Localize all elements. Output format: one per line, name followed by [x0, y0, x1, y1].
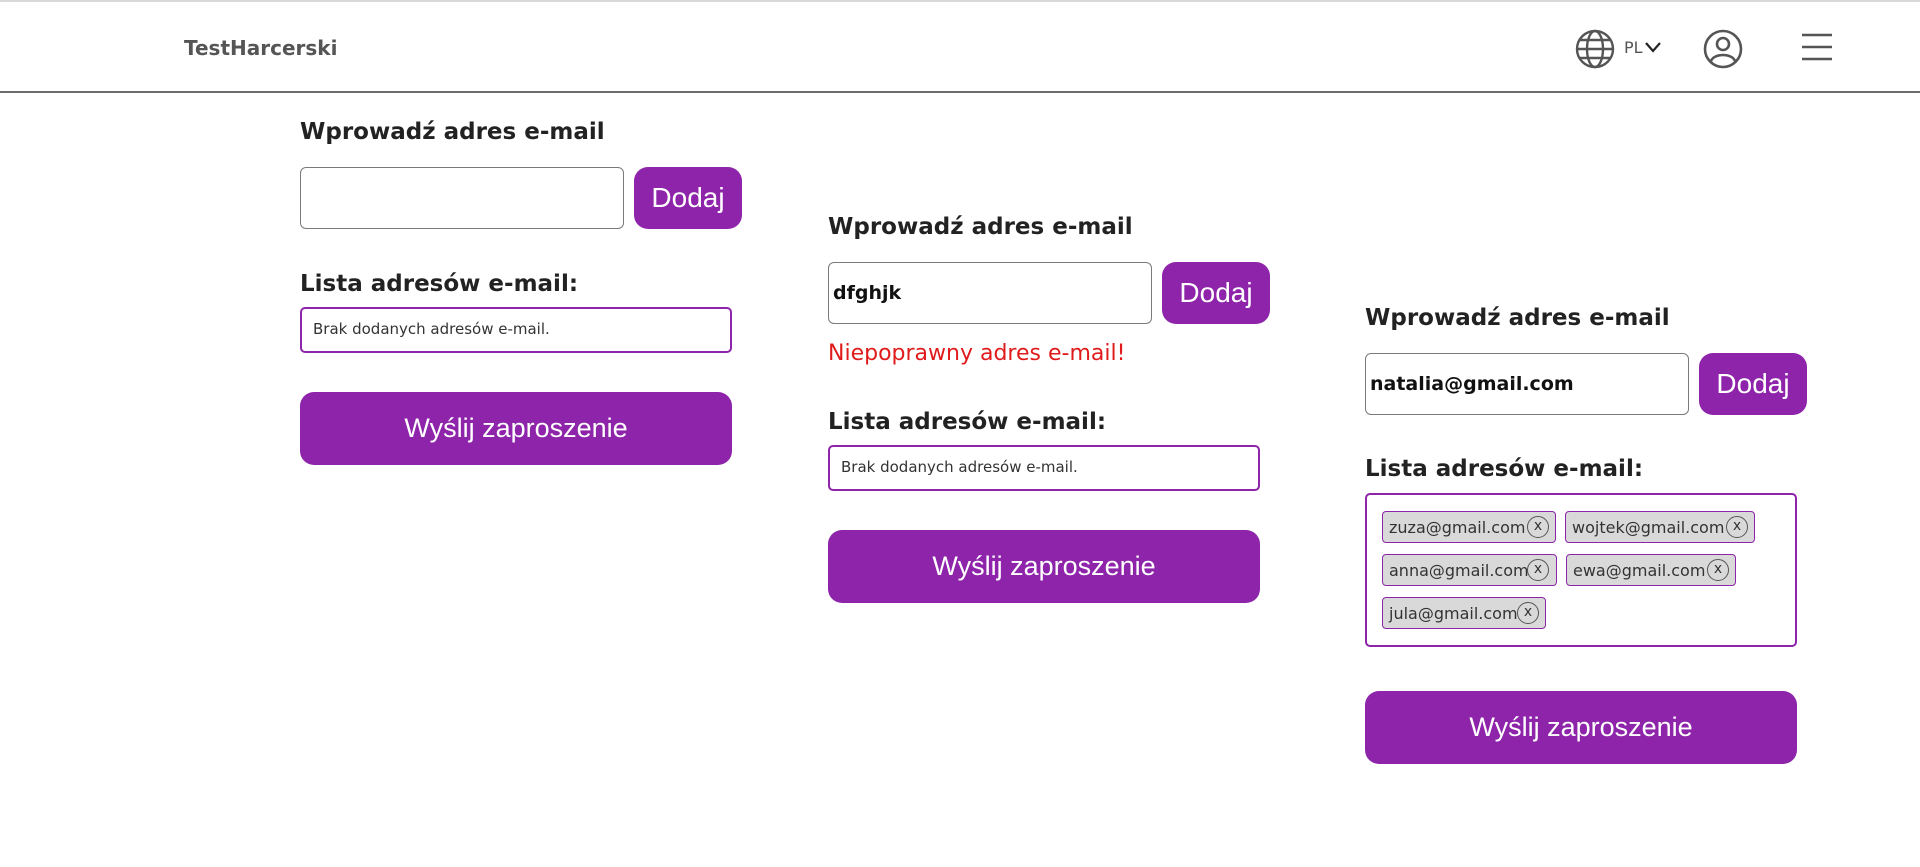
email-input-label: Wprowadź adres e-mail	[300, 119, 605, 145]
email-input-label: Wprowadź adres e-mail	[828, 214, 1133, 240]
email-chip: jula@gmail.com x	[1382, 597, 1546, 629]
email-chip: zuza@gmail.com x	[1382, 511, 1556, 543]
language-selector[interactable]: PL	[1624, 38, 1643, 57]
email-input[interactable]	[1365, 353, 1689, 415]
email-input-label: Wprowadź adres e-mail	[1365, 305, 1670, 331]
brand-logo[interactable]: TestHarcerski	[184, 36, 337, 60]
email-list-box: Brak dodanych adresów e-mail.	[828, 445, 1260, 491]
globe-icon[interactable]	[1574, 28, 1616, 70]
remove-email-icon[interactable]: x	[1527, 559, 1549, 581]
email-chip: anna@gmail.com x	[1382, 554, 1557, 586]
add-email-button[interactable]: Dodaj	[1699, 353, 1807, 415]
email-list-label: Lista adresów e-mail:	[828, 409, 1107, 435]
empty-list-message: Brak dodanych adresów e-mail.	[841, 458, 1078, 476]
remove-email-icon[interactable]: x	[1726, 516, 1748, 538]
send-invitation-button[interactable]: Wyślij zaproszenie	[828, 530, 1260, 603]
send-invitation-button[interactable]: Wyślij zaproszenie	[300, 392, 732, 465]
email-list-label: Lista adresów e-mail:	[1365, 456, 1644, 482]
app-header: TestHarcerski PL	[0, 2, 1920, 93]
email-chip-label: wojtek@gmail.com	[1572, 518, 1725, 537]
validation-error-message: Niepoprawny adres e-mail!	[828, 341, 1126, 366]
email-list-label: Lista adresów e-mail:	[300, 271, 579, 297]
email-chip-label: anna@gmail.com	[1389, 561, 1529, 580]
remove-email-icon[interactable]: x	[1527, 516, 1549, 538]
remove-email-icon[interactable]: x	[1517, 602, 1539, 624]
email-list-box: zuza@gmail.com x wojtek@gmail.com x anna…	[1365, 493, 1797, 647]
email-chip: wojtek@gmail.com x	[1565, 511, 1755, 543]
email-chip-label: ewa@gmail.com	[1573, 561, 1706, 580]
email-chip-label: zuza@gmail.com	[1389, 518, 1526, 537]
email-list-box: Brak dodanych adresów e-mail.	[300, 307, 732, 353]
chevron-down-icon[interactable]	[1645, 40, 1661, 54]
add-email-button[interactable]: Dodaj	[1162, 262, 1270, 324]
email-chip: ewa@gmail.com x	[1566, 554, 1736, 586]
add-email-button[interactable]: Dodaj	[634, 167, 742, 229]
hamburger-menu-icon[interactable]	[1800, 32, 1834, 62]
email-input[interactable]	[300, 167, 624, 229]
remove-email-icon[interactable]: x	[1707, 559, 1729, 581]
email-chip-label: jula@gmail.com	[1389, 604, 1518, 623]
email-input[interactable]	[828, 262, 1152, 324]
send-invitation-button[interactable]: Wyślij zaproszenie	[1365, 691, 1797, 764]
empty-list-message: Brak dodanych adresów e-mail.	[313, 320, 550, 338]
user-icon[interactable]	[1702, 28, 1744, 70]
